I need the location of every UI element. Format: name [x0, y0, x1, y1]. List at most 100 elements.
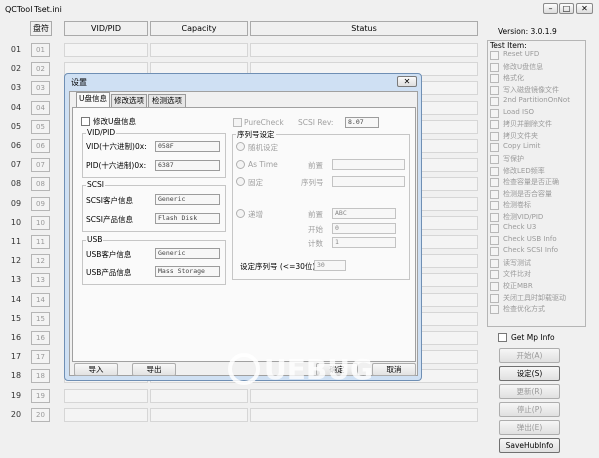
test-item-checkbox[interactable] — [490, 305, 499, 314]
test-item-label: Check U3 — [503, 223, 537, 231]
increment-radio[interactable] — [236, 209, 245, 218]
test-item-label: 写入磁盘镜像文件 — [503, 86, 559, 94]
serial-number-input[interactable] — [332, 176, 405, 187]
row-status-cell — [250, 43, 478, 57]
row-status-cell — [250, 389, 478, 403]
scsi-vendor-input[interactable]: Generic — [155, 194, 220, 205]
prefix2-input[interactable]: ABC — [332, 208, 396, 219]
test-item-checkbox[interactable] — [490, 178, 499, 187]
port-button[interactable]: 03 — [31, 81, 50, 95]
usb-vendor-input[interactable]: Generic — [155, 248, 220, 259]
fixed-radio[interactable] — [236, 177, 245, 186]
test-item-checkbox[interactable] — [490, 259, 499, 268]
header-capacity: Capacity — [150, 21, 248, 36]
test-item-checkbox[interactable] — [490, 247, 499, 256]
save-hub-info-button[interactable]: SaveHubInfo — [499, 438, 560, 453]
random-radio[interactable] — [236, 142, 245, 151]
test-item-label: Check USB Info — [503, 235, 557, 243]
scsi-rev-input[interactable]: 8.07 — [345, 117, 379, 128]
row-vid-pid-cell — [64, 408, 148, 422]
test-item-checkbox[interactable] — [490, 97, 499, 106]
port-button[interactable]: 02 — [31, 62, 50, 76]
test-item-checkbox[interactable] — [490, 294, 499, 303]
start-input[interactable]: 0 — [332, 223, 396, 234]
increment-label: 递增 — [248, 210, 263, 219]
pid-input[interactable]: 6387 — [155, 160, 220, 171]
test-item-label: 检查容量是否正确 — [503, 178, 559, 186]
port-button[interactable]: 12 — [31, 254, 50, 268]
test-item-checkbox[interactable] — [490, 120, 499, 129]
maximize-button[interactable]: □ — [559, 3, 574, 14]
port-button[interactable]: 13 — [31, 273, 50, 287]
test-item-checkbox[interactable] — [490, 201, 499, 210]
modify-udisk-checkbox[interactable] — [81, 117, 90, 126]
port-button[interactable]: 01 — [31, 43, 50, 57]
purecheck-checkbox[interactable] — [233, 118, 242, 127]
test-item-checkbox[interactable] — [490, 236, 499, 245]
row-number: 15 — [10, 314, 22, 323]
start-button[interactable]: 开始(A) — [499, 348, 560, 363]
test-item-checkbox[interactable] — [490, 63, 499, 72]
minimize-button[interactable]: – — [543, 3, 558, 14]
port-button[interactable]: 07 — [31, 158, 50, 172]
port-button[interactable]: 15 — [31, 312, 50, 326]
prefix2-label: 前置 — [308, 210, 323, 219]
test-item-checkbox[interactable] — [490, 270, 499, 279]
port-button[interactable]: 17 — [31, 350, 50, 364]
port-button[interactable]: 19 — [31, 389, 50, 403]
export-button[interactable]: 导出 — [132, 363, 176, 376]
get-mp-info-label: Get Mp Info — [511, 333, 555, 342]
port-button[interactable]: 05 — [31, 120, 50, 134]
port-button[interactable]: 11 — [31, 235, 50, 249]
port-button[interactable]: 06 — [31, 139, 50, 153]
tab-udisk-info-active[interactable]: U盘信息 — [76, 92, 110, 107]
test-item-checkbox[interactable] — [490, 51, 499, 60]
port-button[interactable]: 18 — [31, 369, 50, 383]
header-vid-pid: VID/PID — [64, 21, 148, 36]
test-item-checkbox[interactable] — [490, 143, 499, 152]
as-time-radio[interactable] — [236, 160, 245, 169]
port-button[interactable]: 16 — [31, 331, 50, 345]
vid-input[interactable]: 058F — [155, 141, 220, 152]
port-button[interactable]: 08 — [31, 177, 50, 191]
scsi-product-input[interactable]: Flash Disk — [155, 213, 220, 224]
port-button[interactable]: 04 — [31, 101, 50, 115]
watermark-text: UEBUG — [264, 353, 373, 386]
test-item-checkbox[interactable] — [490, 224, 499, 233]
test-item-checkbox[interactable] — [490, 167, 499, 176]
test-item-checkbox[interactable] — [490, 282, 499, 291]
modify-udisk-label: 修改U盘信息 — [93, 117, 136, 126]
prefix-input[interactable] — [332, 159, 405, 170]
close-button[interactable]: ✕ — [576, 3, 593, 14]
test-item-label: 拷贝并删除文件 — [503, 120, 552, 128]
port-button[interactable]: 10 — [31, 216, 50, 230]
test-item-label: Load ISO — [503, 108, 535, 116]
serial-length-input[interactable]: 30 — [314, 260, 346, 271]
test-item-checkbox[interactable] — [490, 190, 499, 199]
eject-button[interactable]: 弹出(E) — [499, 420, 560, 435]
tab-modify-options[interactable]: 修改选项 — [111, 94, 147, 107]
count-input[interactable]: 1 — [332, 237, 396, 248]
test-item-checkbox[interactable] — [490, 74, 499, 83]
fixed-label: 固定 — [248, 178, 263, 187]
usb-product-input[interactable]: Mass Storage — [155, 266, 220, 277]
settings-button[interactable]: 设定(S) — [499, 366, 560, 381]
port-button[interactable]: 20 — [31, 408, 50, 422]
test-item-checkbox[interactable] — [490, 132, 499, 141]
test-item-checkbox[interactable] — [490, 86, 499, 95]
test-item-checkbox[interactable] — [490, 155, 499, 164]
update-button[interactable]: 更新(R) — [499, 384, 560, 399]
import-button[interactable]: 导入 — [74, 363, 118, 376]
port-button[interactable]: 14 — [31, 293, 50, 307]
stop-button[interactable]: 停止(P) — [499, 402, 560, 417]
port-button[interactable]: 09 — [31, 197, 50, 211]
version-label: Version: 3.0.1.9 — [498, 27, 557, 36]
dialog-close-button[interactable]: ✕ — [397, 76, 417, 87]
row-number: 09 — [10, 199, 22, 208]
vid-label: VID(十六进制)0x: — [86, 142, 147, 151]
test-item-checkbox[interactable] — [490, 109, 499, 118]
get-mp-info-checkbox[interactable] — [498, 333, 507, 342]
tab-check-options[interactable]: 检测选项 — [148, 94, 186, 107]
app-title: QCTool — [5, 5, 33, 14]
test-item-checkbox[interactable] — [490, 213, 499, 222]
